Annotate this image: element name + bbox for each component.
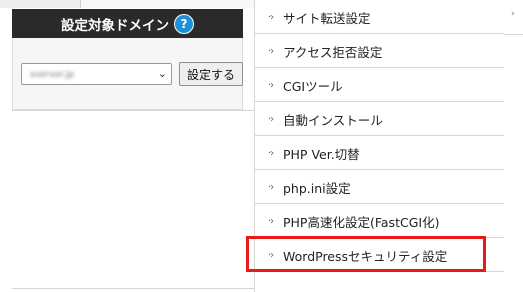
menu-separator	[255, 271, 504, 272]
menu-item-php-fastcgi[interactable]: ·› PHP高速化設定(FastCGI化)	[255, 204, 504, 238]
domain-panel-header: 設定対象ドメイン ?	[12, 9, 243, 38]
top-tab[interactable]	[0, 0, 81, 8]
apply-domain-button[interactable]: 設定する	[179, 62, 243, 86]
arrow-right-icon: ·›	[268, 45, 274, 57]
selected-domain-value: xserver.jp	[30, 70, 75, 80]
chevron-down-icon: ⌄	[157, 67, 167, 80]
menu-item-label: 自動インストール	[283, 112, 383, 128]
menu-item-php-version[interactable]: ·› PHP Ver.切替	[255, 136, 504, 170]
menu-item-label: アクセス拒否設定	[283, 44, 383, 60]
menu-item-label: php.ini設定	[283, 180, 351, 196]
arrow-right-icon: ·›	[268, 181, 274, 193]
menu-item-label: WordPressセキュリティ設定	[283, 248, 448, 264]
menu-item-label: サイト転送設定	[283, 10, 371, 26]
settings-menu: ·› サイト転送設定 ·› アクセス拒否設定 ·› CGIツール ·› 自動イン…	[255, 0, 504, 292]
menu-item-wordpress-security[interactable]: ·› WordPressセキュリティ設定	[255, 238, 504, 272]
arrow-right-icon: ›	[511, 9, 515, 19]
right-column	[504, 0, 523, 292]
domain-select[interactable]: xserver.jp ⌄	[21, 63, 172, 85]
divider	[12, 288, 254, 289]
menu-separator	[504, 34, 523, 35]
top-tab-strip	[81, 0, 254, 8]
help-icon[interactable]: ?	[174, 13, 194, 34]
arrow-right-icon: ·›	[268, 147, 274, 159]
menu-item-site-redirect[interactable]: ·› サイト転送設定	[255, 0, 504, 34]
menu-item-cgi-tools[interactable]: ·› CGIツール	[255, 68, 504, 102]
menu-item-label: CGIツール	[283, 78, 343, 94]
arrow-right-icon: ·›	[268, 79, 274, 91]
arrow-right-icon: ·›	[268, 249, 274, 261]
arrow-right-icon: ·›	[268, 215, 274, 227]
menu-item-label: PHP高速化設定(FastCGI化)	[283, 214, 440, 230]
menu-item-label: PHP Ver.切替	[283, 146, 360, 162]
menu-item-auto-install[interactable]: ·› 自動インストール	[255, 102, 504, 136]
left-panel: 設定対象ドメイン ? xserver.jp ⌄ 設定する	[0, 0, 254, 292]
arrow-right-icon: ·›	[268, 113, 274, 125]
menu-item-php-ini[interactable]: ·› php.ini設定	[255, 170, 504, 204]
divider	[12, 110, 254, 111]
menu-item-access-deny[interactable]: ·› アクセス拒否設定	[255, 34, 504, 68]
arrow-right-icon: ·›	[268, 11, 274, 23]
domain-panel-title: 設定対象ドメイン	[61, 17, 169, 34]
